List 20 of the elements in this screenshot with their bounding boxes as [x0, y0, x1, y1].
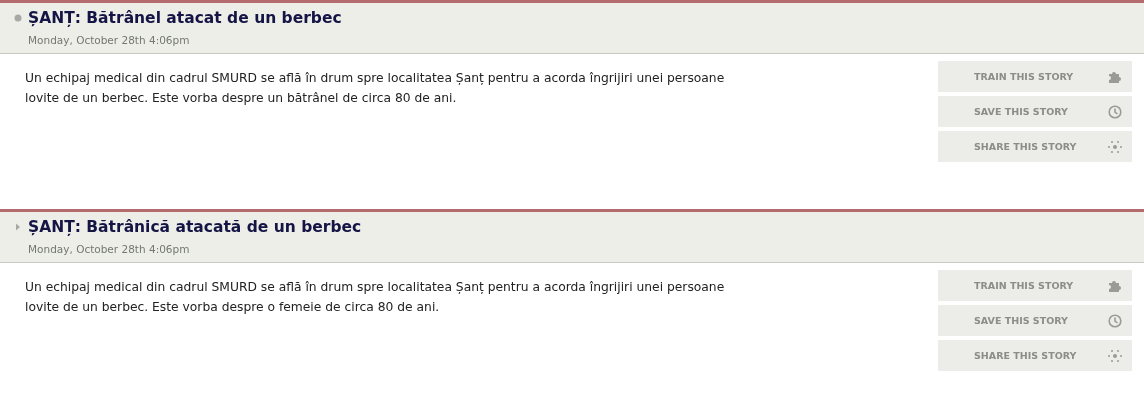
story-date: Monday, October 28th 4:06pm: [27, 34, 191, 46]
clock-icon: [1108, 104, 1122, 119]
clock-icon: [1108, 313, 1122, 328]
dots-icon: [1108, 139, 1122, 154]
dots-icon: [1108, 348, 1122, 363]
puzzle-icon: [1108, 69, 1122, 84]
dot-icon: [14, 14, 22, 22]
story-action-button[interactable]: SAVE THIS STORY: [938, 305, 1132, 336]
story-title[interactable]: ȘANȚ: Bătrânică atacată de un berbec: [28, 218, 362, 236]
story-action-button[interactable]: TRAIN THIS STORY: [938, 61, 1132, 92]
story-text: Un echipaj medical din cadrul SMURD se află în drum spre localitatea Șanț pentru a acorda îngrijiri unei persoane lovite de un berbec. Este vorba despre un bătrânel de circa 80 de ani.: [25, 70, 725, 107]
story-title[interactable]: ȘANȚ: Bătrânel atacat de un berbec: [28, 9, 342, 27]
story-date: Monday, October 28th 4:06pm: [27, 243, 191, 255]
story-action-button[interactable]: SAVE THIS STORY: [938, 96, 1132, 127]
story-action-button[interactable]: SHARE THIS STORY: [938, 131, 1132, 162]
story-text: Un echipaj medical din cadrul SMURD se află în drum spre localitatea Șanț pentru a acorda îngrijiri unei persoane lovite de un berbec. Este vorba despre o femeie de circa 80 de ani.: [25, 279, 725, 316]
triangle-icon: [14, 223, 22, 231]
story-action-button[interactable]: SHARE THIS STORY: [938, 340, 1132, 371]
story-action-button[interactable]: TRAIN THIS STORY: [938, 270, 1132, 301]
puzzle-icon: [1108, 278, 1122, 293]
